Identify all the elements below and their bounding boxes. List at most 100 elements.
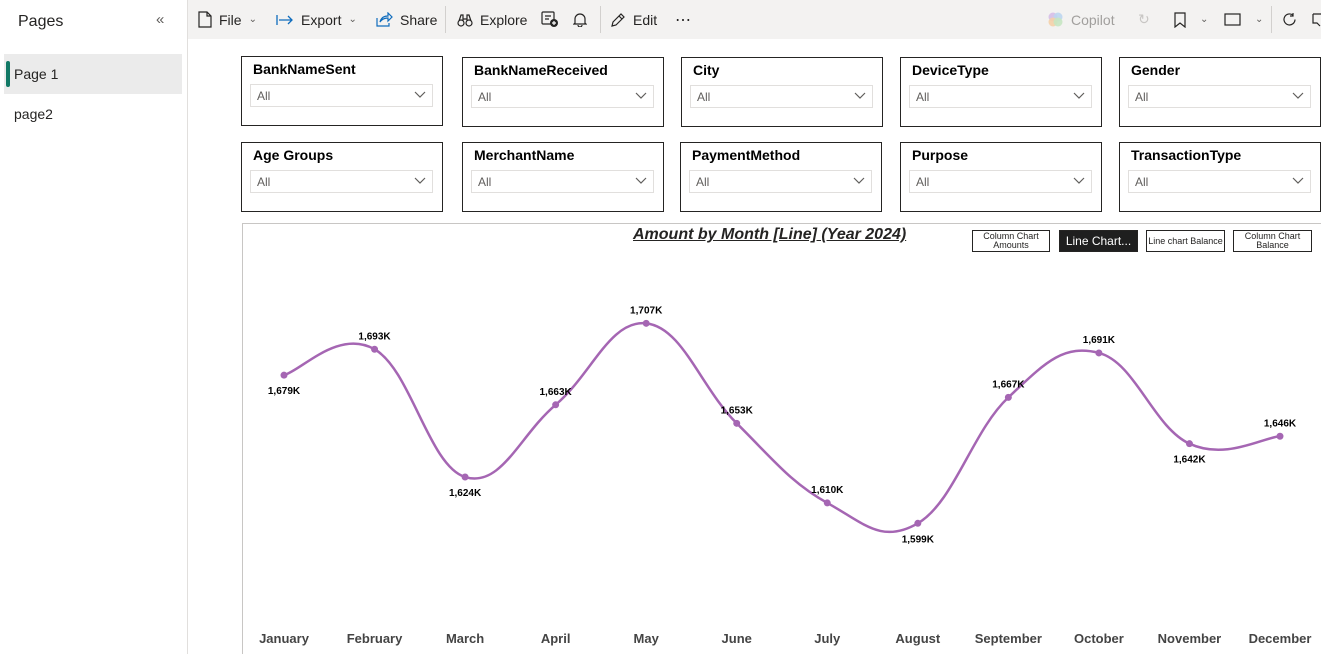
slicer-transaction-type: TransactionType All (1119, 142, 1321, 212)
data-label-april: 1,663K (540, 387, 573, 398)
copilot-button[interactable]: Copilot (1047, 0, 1115, 39)
data-point-february[interactable] (371, 345, 379, 353)
chevron-down-icon (414, 177, 426, 184)
slicer-dropdown[interactable]: All (689, 170, 872, 193)
x-tick-label-january: January (259, 631, 310, 646)
slicer-value: All (696, 175, 710, 189)
view-icon (1224, 13, 1241, 26)
share-button[interactable]: Share (376, 0, 437, 39)
chevron-down-icon (1292, 92, 1304, 99)
slicer-title: PaymentMethod (692, 147, 801, 163)
x-tick-label-august: August (895, 631, 940, 646)
slicer-dropdown[interactable]: All (909, 85, 1092, 108)
report-canvas: BankNameSent All BankNameReceived All Ci… (189, 39, 1321, 654)
slicer-value: All (697, 90, 711, 104)
bell-icon (573, 13, 587, 27)
x-tick-label-november: November (1158, 631, 1222, 646)
chevron-down-icon (635, 177, 647, 184)
column-chart-amounts-button[interactable]: Column Chart Amounts (972, 230, 1050, 252)
chevron-down-icon: ⌄ (1255, 14, 1264, 25)
data-point-june[interactable] (733, 419, 741, 427)
explore-button[interactable]: Explore (457, 0, 527, 39)
bookmark-button[interactable]: ⌄ (1174, 0, 1208, 39)
slicer-dropdown[interactable]: All (1128, 85, 1311, 108)
subscribe-button[interactable] (573, 0, 594, 39)
slicer-dropdown[interactable]: All (250, 84, 433, 107)
slicer-title: Age Groups (253, 147, 334, 163)
data-point-november[interactable] (1185, 440, 1193, 448)
slicer-title: City (693, 62, 720, 78)
refresh-icon (1283, 13, 1296, 26)
chevron-down-icon: ⌄ (248, 14, 257, 25)
data-point-april[interactable] (552, 401, 560, 409)
data-point-september[interactable] (1004, 393, 1012, 401)
data-label-july: 1,610K (811, 485, 844, 496)
slicer-title: MerchantName (474, 147, 575, 163)
more-options-button[interactable]: ⋯ (675, 0, 691, 39)
data-point-october[interactable] (1095, 349, 1103, 357)
export-label: Export (301, 11, 342, 28)
comment-icon (1312, 13, 1321, 27)
data-point-january[interactable] (280, 371, 288, 379)
chevron-down-icon (635, 92, 647, 99)
new-visual-button[interactable] (541, 0, 566, 39)
refresh-button[interactable] (1282, 0, 1304, 39)
slicer-dropdown[interactable]: All (471, 170, 654, 193)
column-chart-balance-button[interactable]: Column Chart Balance (1233, 230, 1312, 252)
comment-button[interactable] (1312, 0, 1321, 39)
binoculars-icon (457, 13, 473, 27)
bookmark-icon (1174, 11, 1186, 28)
data-label-march: 1,624K (449, 488, 482, 499)
slicer-dropdown[interactable]: All (909, 170, 1092, 193)
slicer-bank-name-sent: BankNameSent All (241, 56, 443, 126)
button-label: Column Chart Balance (1244, 231, 1301, 250)
line-chart-amounts-button[interactable]: Line Chart... (1059, 230, 1138, 252)
x-tick-label-october: October (1074, 631, 1124, 646)
share-icon (376, 12, 393, 27)
file-menu-button[interactable]: File ⌄ (198, 0, 257, 39)
data-point-march[interactable] (461, 473, 469, 481)
x-tick-label-september: September (975, 631, 1042, 646)
export-menu-button[interactable]: Export ⌄ (276, 0, 357, 39)
export-icon (276, 14, 293, 25)
slicer-dropdown[interactable]: All (1128, 170, 1311, 193)
slicer-title: BankNameSent (253, 61, 356, 77)
chevron-down-icon: ⌄ (1200, 14, 1209, 25)
slicer-dropdown[interactable]: All (690, 85, 873, 108)
slicer-dropdown[interactable]: All (250, 170, 433, 193)
toolbar-separator (600, 6, 601, 33)
slicer-dropdown[interactable]: All (471, 85, 654, 108)
slicer-value: All (1135, 90, 1149, 104)
x-tick-label-april: April (541, 631, 571, 646)
pencil-icon (611, 12, 625, 27)
add-report-icon (541, 11, 558, 27)
data-point-may[interactable] (642, 319, 650, 327)
chevron-down-icon (1073, 92, 1085, 99)
file-label: File (219, 11, 242, 28)
view-button[interactable]: ⌄ (1224, 0, 1263, 39)
slicer-merchant-name: MerchantName All (462, 142, 664, 212)
data-label-october: 1,691K (1083, 335, 1116, 346)
reset-icon[interactable]: ↻ (1138, 0, 1150, 39)
pages-pane: Pages « Page 1 page2 (0, 0, 188, 654)
toolbar: File ⌄ Export ⌄ Share Explore Edit ⋯ Cop… (188, 0, 1321, 39)
chevron-down-icon (854, 92, 866, 99)
line-chart-balance-button[interactable]: Line chart Balance (1146, 230, 1225, 252)
data-label-november: 1,642K (1173, 455, 1206, 466)
data-point-august[interactable] (914, 519, 922, 527)
edit-button[interactable]: Edit (610, 0, 657, 39)
data-label-august: 1,599K (902, 534, 935, 545)
x-tick-label-december: December (1249, 631, 1312, 646)
line-chart-visual[interactable]: 1,679K January 1,693K February 1,624K March 1,… (242, 223, 1321, 654)
page-tab-page2[interactable]: page2 (4, 94, 182, 134)
collapse-pane-icon[interactable]: « (156, 11, 164, 28)
data-point-december[interactable] (1276, 432, 1284, 440)
page-tab-page-1[interactable]: Page 1 (4, 54, 182, 94)
x-tick-label-may: May (634, 631, 660, 646)
chevron-down-icon (1073, 177, 1085, 184)
button-label: Column Chart Amounts (983, 231, 1039, 250)
chevron-down-icon: ⌄ (348, 14, 357, 25)
data-label-february: 1,693K (358, 331, 391, 342)
data-point-july[interactable] (823, 499, 831, 507)
slicer-gender: Gender All (1119, 57, 1321, 127)
